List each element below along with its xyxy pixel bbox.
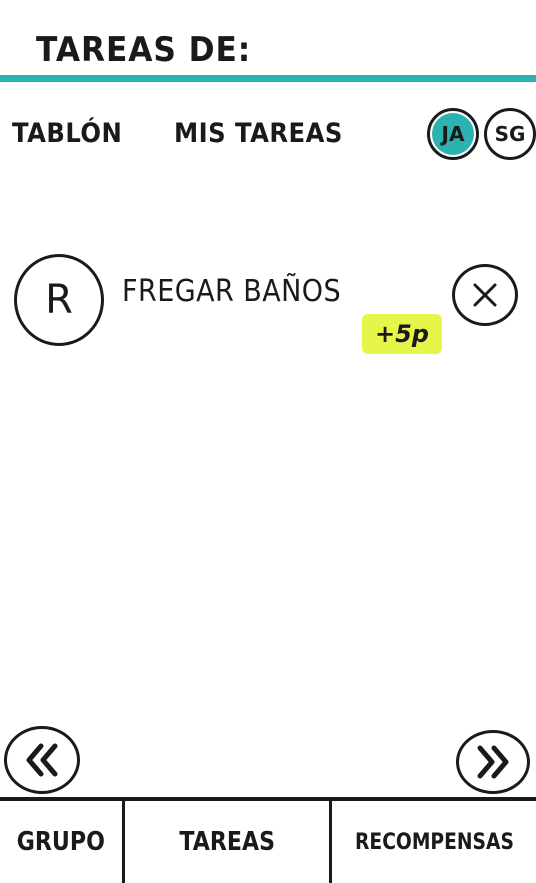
task-points: +5p [375,320,429,348]
bottom-nav-tareas[interactable]: TAREAS [125,801,329,883]
double-chevron-right-icon [477,745,509,779]
avatar-initials: JA [441,122,465,146]
previous-page-button[interactable] [4,726,80,794]
task-points-badge: +5p [362,314,442,354]
remove-task-button[interactable] [452,264,518,326]
bottom-nav-label: GRUPO [16,827,106,857]
bottom-nav-grupo[interactable]: GRUPO [0,801,122,883]
double-chevron-left-icon [26,743,58,777]
tab-tablon[interactable]: TABLÓN [12,118,122,149]
bottom-nav-recompensas[interactable]: RECOMPENSAS [332,801,536,883]
task-repeat-label: R [45,277,73,323]
bottom-nav-label: RECOMPENSAS [354,829,514,855]
close-icon [473,283,497,307]
page-title: TAREAS DE: [36,30,252,70]
app-screen: TAREAS DE: TABLÓN MIS TAREAS JA SG R FRE… [0,0,536,883]
task-name: FREGAR BAÑOS [122,274,342,309]
next-page-button[interactable] [456,730,530,794]
task-repeat-button[interactable]: R [14,254,104,346]
user-avatar-ja[interactable]: JA [427,108,479,160]
bottom-navigation: GRUPO TAREAS RECOMPENSAS [0,797,536,883]
bottom-nav-label: TAREAS [179,827,275,857]
tab-mis-tareas[interactable]: MIS TAREAS [174,118,343,149]
avatar-initials: SG [494,122,526,146]
user-avatar-sg[interactable]: SG [484,108,536,160]
header-divider [0,75,536,82]
